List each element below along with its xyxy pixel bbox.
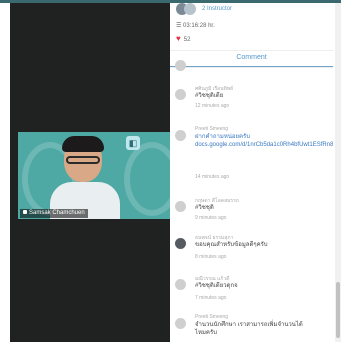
heart-icon[interactable]: ♥ — [176, 34, 181, 43]
scrollbar[interactable] — [335, 3, 341, 342]
comment-text: #วิชชุติ — [195, 205, 214, 211]
avatar — [175, 279, 186, 290]
comment-text: จำนวนนักศึกษา เราสามารถเพิ่มจำนวนได้ไหมค… — [195, 322, 303, 336]
avatar — [175, 130, 186, 141]
list-item: Preeti Smeeng จำนวนนักศึกษา เราสามารถเพิ… — [174, 314, 324, 342]
comment-text: ขอบคุณสำหรับข้อมูลดีๆครับ — [195, 242, 268, 248]
list-item: มณีวรรณ แก้วดี #วิชชุติเดียวดุกจ 7 minut… — [174, 275, 324, 309]
likes[interactable]: ♥ 52 — [176, 34, 190, 43]
panel-header: 2 Instructor ☰ 03:16:28 hr. ♥ 52 — [170, 3, 333, 47]
screen-share-icon: ◧ — [126, 136, 140, 150]
list-item: Preeti Smeeng ฝากคำถามหน่อยครับ docs.goo… — [174, 126, 333, 188]
background-head-right — [124, 142, 170, 216]
comment-time: 8 minutes ago — [195, 254, 227, 260]
comment-time: 12 minutes ago — [195, 103, 230, 109]
likes-count: 52 — [183, 37, 191, 43]
list-item: ศศินภูมิ เรือนทิพย์ #วิชชุติเดีย 12 minu… — [174, 85, 324, 115]
avatar — [175, 89, 186, 100]
comment-time: 14 minutes ago — [195, 174, 230, 180]
scrollbar-thumb[interactable] — [336, 282, 340, 338]
avatar — [175, 60, 186, 71]
camera-icon — [23, 210, 27, 215]
presenter-glasses — [66, 156, 100, 164]
app-root: ◧ Samsak Chamchuen 2 Instructor ☰ 03:16:… — [0, 0, 341, 342]
comment-author: Preeti Smeeng — [195, 126, 229, 132]
instructor-avatars[interactable] — [176, 3, 196, 17]
duration: ☰ 03:16:28 hr. — [176, 22, 215, 29]
avatar — [175, 238, 186, 249]
video-area: ◧ Samsak Chamchuen — [10, 3, 170, 342]
presenter — [50, 136, 120, 219]
avatar — [184, 3, 196, 15]
comment-time: 9 minutes ago — [195, 215, 227, 221]
comment-link[interactable]: ฝากคำถามหน่อยครับ docs.google.com/d/1nrC… — [195, 133, 333, 149]
participant-name: Samsak Chamchuen — [29, 210, 85, 216]
comment-list: ศศินภูมิ เรือนทิพย์ #วิชชุติเดีย 12 minu… — [170, 60, 333, 342]
comment-text: #วิชชุติเดีย — [195, 93, 224, 99]
list-item — [174, 56, 324, 72]
video-player[interactable]: ◧ Samsak Chamchuen — [18, 132, 170, 219]
comment-time: 7 minutes ago — [195, 295, 227, 301]
participant-label: Samsak Chamchuen — [20, 209, 88, 218]
instructor-count[interactable]: 2 Instructor — [202, 6, 232, 12]
list-icon: ☰ — [176, 23, 184, 29]
presenter-hair — [62, 136, 104, 152]
comment-text: #วิชชุติเดียวดุกจ — [195, 283, 238, 289]
info-panel: 2 Instructor ☰ 03:16:28 hr. ♥ 52 Comment … — [170, 3, 333, 342]
duration-value: 03:16:28 hr. — [183, 23, 215, 29]
avatar — [175, 201, 186, 212]
comment-author: Preeti Smeeng — [195, 314, 229, 320]
avatar — [175, 318, 186, 329]
list-item: กฤษดา ดีโอคสมรรถ #วิชชุติ 9 minutes ago — [174, 197, 324, 227]
list-item: ธนพจน์ ธรรมสุภา ขอบคุณสำหรับข้อมูลดีๆครั… — [174, 234, 324, 268]
